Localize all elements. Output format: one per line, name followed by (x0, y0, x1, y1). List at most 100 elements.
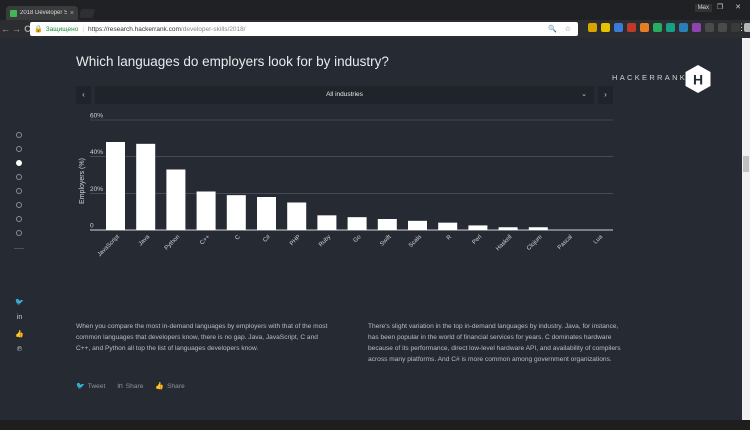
share-link[interactable]: 🐦 Tweet (76, 382, 106, 391)
x-tick-label: PHP (289, 234, 302, 247)
bar-go (347, 217, 367, 230)
extension-icon[interactable] (679, 23, 688, 32)
x-tick-label: Perl (472, 234, 484, 246)
y-tick-label: 60% (90, 113, 103, 120)
window-controls[interactable]: – ❐ ✕ (701, 3, 746, 11)
y-axis-label: Employers (%) (79, 158, 86, 204)
section-dot[interactable] (16, 188, 22, 194)
share-label: Tweet (87, 382, 106, 390)
extension-icon[interactable] (666, 23, 675, 32)
window-bottom-edge (0, 420, 750, 430)
previous-industry-button[interactable]: ‹ (76, 86, 91, 104)
share-link[interactable]: 👍 Share (155, 382, 185, 391)
bar-haskell (498, 227, 518, 230)
bar-php (287, 202, 307, 230)
address-bar[interactable]: 🔒 Защищено | https://research.hackerrank… (30, 22, 578, 36)
x-tick-label: R (446, 234, 454, 242)
bar-clojure (528, 227, 548, 230)
new-tab-button[interactable] (78, 9, 96, 18)
x-tick-label: Lua (593, 234, 605, 246)
hackerrank-logo-icon[interactable]: H (684, 64, 712, 94)
extension-icon[interactable] (640, 23, 649, 32)
x-tick-label: Python (164, 234, 181, 251)
extension-icon[interactable] (601, 23, 610, 32)
section-dot[interactable] (16, 230, 22, 236)
bar-scala (408, 220, 427, 230)
bar-r (438, 222, 458, 230)
sidebar-divider (14, 248, 24, 249)
page-content: Which languages do employers look for by… (0, 38, 742, 420)
url-path: /developer-skills/2018/ (180, 25, 246, 33)
thumbs-up-icon: 👍 (155, 383, 165, 390)
twitter-icon[interactable]: 🐦 (15, 298, 24, 306)
brand-name: HACKERRANK (612, 73, 688, 82)
scrollbar-thumb[interactable] (743, 156, 749, 172)
thumbs-up-icon[interactable]: 👍 (15, 330, 24, 338)
section-dot[interactable] (16, 146, 22, 152)
employers-bar-chart: 0 20% 40% 60% Employers (%) JavaScript Java Pyt… (79, 113, 613, 258)
bar-javascript (106, 142, 125, 230)
bar-java (136, 143, 156, 230)
bar-swift (377, 219, 397, 230)
twitter-icon: 🐦 (76, 383, 85, 390)
y-tick-label: 0 (90, 223, 94, 230)
y-tick-label: 40% (90, 149, 103, 156)
page-title: Which languages do employers look for by… (76, 54, 389, 69)
section-dot[interactable] (16, 132, 22, 138)
share-link[interactable]: in Share (117, 382, 143, 390)
browser-tab[interactable]: 2018 Developer Skills Re × (6, 6, 78, 20)
lock-icon: 🔒 (34, 26, 43, 33)
x-tick-label: Clojure (526, 234, 544, 252)
tab-title: 2018 Developer Skills Re (20, 10, 67, 16)
secure-label: Защищено (45, 25, 79, 33)
linkedin-icon[interactable]: in (15, 314, 24, 321)
logo-letter: H (693, 72, 703, 88)
extension-icon[interactable] (653, 23, 662, 32)
back-icon[interactable]: ← (0, 24, 11, 34)
browser-toolbar: ← → C 🔒 Защищено | https://research.hack… (0, 20, 750, 38)
bar-python (166, 169, 186, 230)
x-tick-label: Swift (379, 234, 393, 248)
bar-c- (257, 197, 276, 230)
bar-perl (468, 225, 488, 230)
section-dot[interactable] (16, 216, 22, 222)
x-tick-label: Scala (408, 234, 423, 249)
browser-menu-icon[interactable]: ⋮ (737, 22, 746, 33)
x-tick-label: JavaScript (97, 234, 121, 258)
omnibox-action-icons[interactable]: 🔍 ☆ (548, 25, 574, 33)
x-tick-label: Haskell (495, 234, 513, 252)
extension-icon[interactable] (718, 23, 727, 32)
page-scrollbar[interactable] (742, 38, 750, 420)
extension-icon[interactable] (614, 23, 623, 32)
x-tick-label: Java (138, 234, 152, 248)
separator: | (82, 25, 85, 33)
extension-icon[interactable] (692, 23, 701, 32)
x-tick-label: C# (262, 234, 272, 244)
y-tick-label: 20% (90, 186, 103, 193)
chevron-down-icon: ⌄ (581, 91, 587, 98)
x-tick-label: C (234, 234, 242, 242)
section-dot[interactable] (16, 202, 22, 208)
browser-tab-bar: 2018 Developer Skills Re × Max – ❐ ✕ (0, 0, 750, 20)
section-dot[interactable] (16, 174, 22, 180)
bar-ruby (317, 215, 337, 230)
forward-icon[interactable]: → (11, 24, 22, 34)
url-host: https://research.hackerrank.com (88, 25, 181, 33)
extension-icon[interactable] (705, 23, 714, 32)
industry-dropdown[interactable]: All industries ⌄ (95, 86, 594, 104)
pinterest-icon[interactable]: ℗ (15, 346, 24, 353)
share-label: Share (125, 382, 144, 390)
section-dot[interactable] (16, 160, 22, 166)
extension-icon[interactable] (588, 23, 597, 32)
tab-close-icon[interactable]: × (70, 10, 74, 17)
linkedin-icon: in (117, 382, 123, 390)
next-industry-button[interactable]: › (598, 86, 613, 104)
industry-dropdown-value: All industries (326, 91, 363, 98)
hackerrank-favicon-icon (10, 9, 17, 17)
share-label: Share (167, 382, 185, 390)
bar-c (226, 195, 246, 230)
url-text[interactable]: https://research.hackerrank.com/develope… (88, 26, 246, 33)
x-tick-label: Go (353, 234, 363, 244)
x-tick-label: Ruby (318, 234, 332, 248)
extension-icon[interactable] (627, 23, 636, 32)
